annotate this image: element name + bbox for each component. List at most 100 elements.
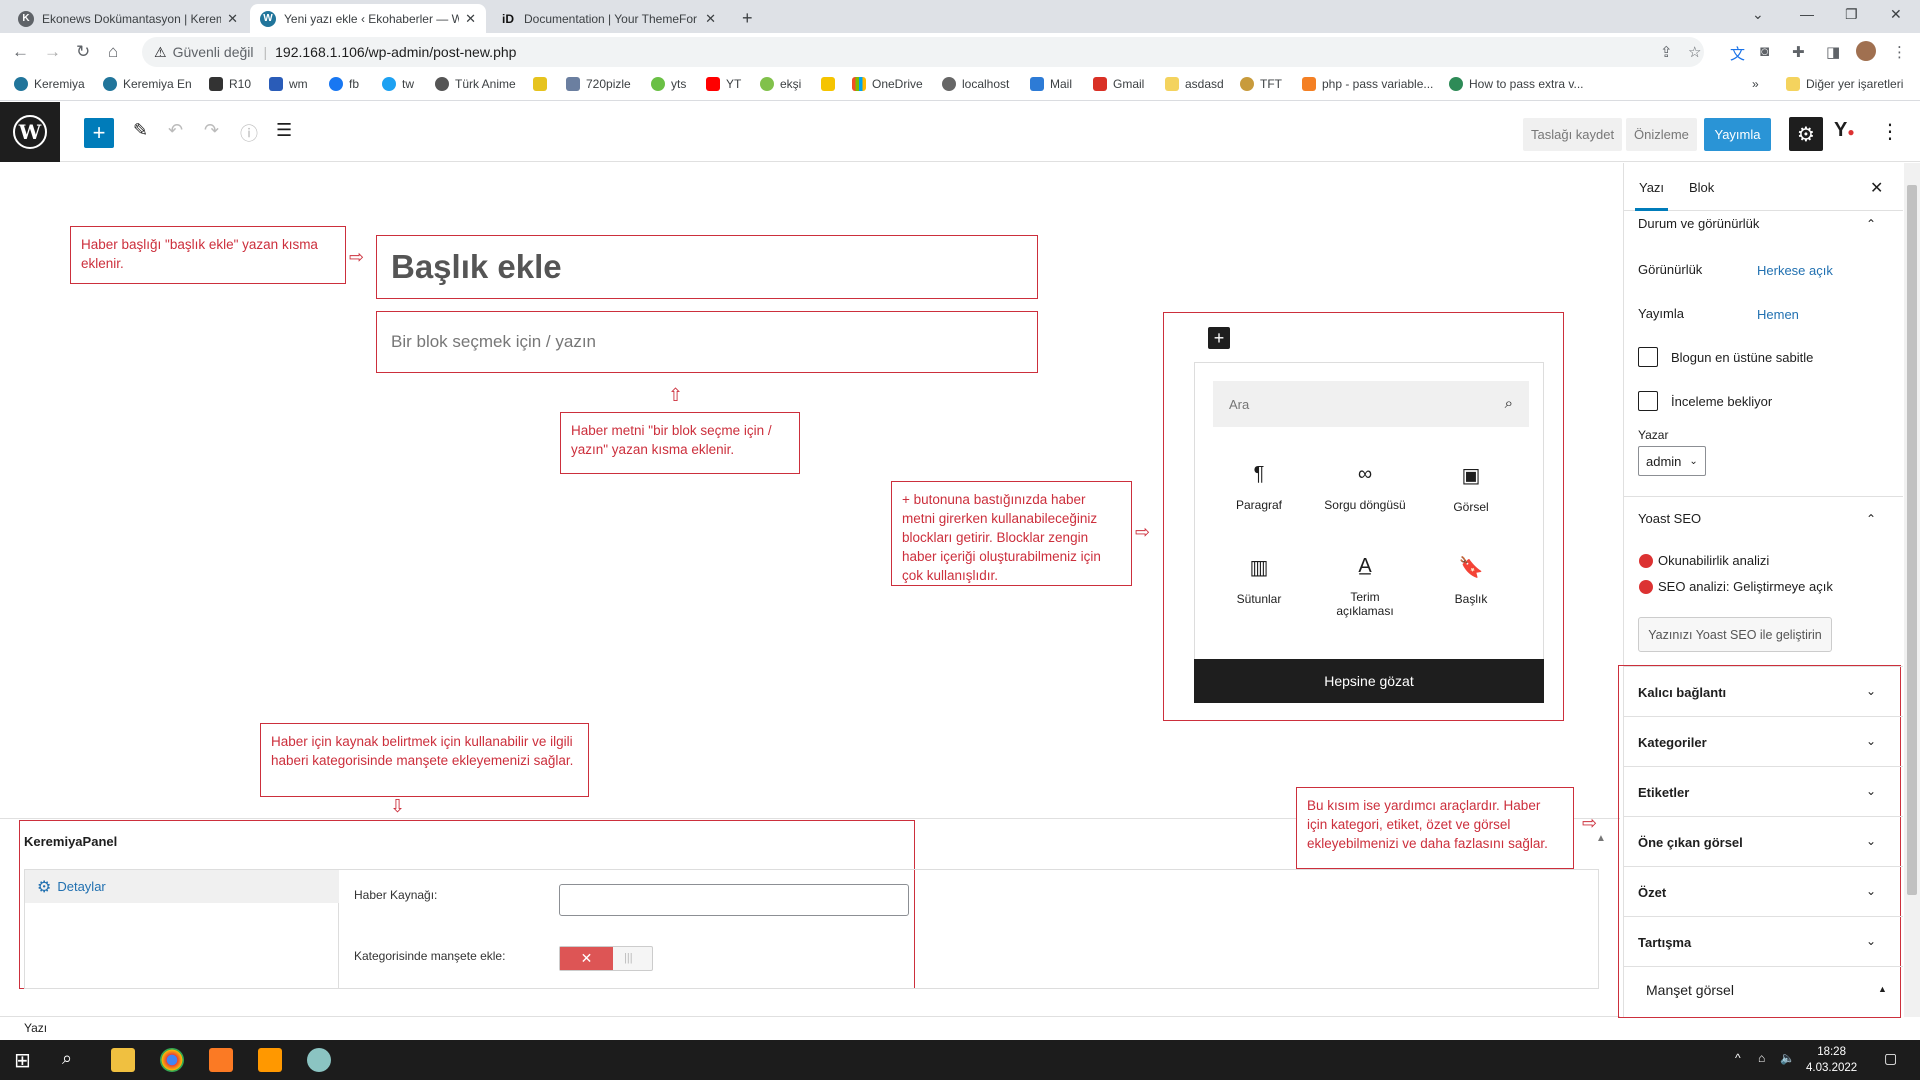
bookmark-star-icon[interactable]: ☆ xyxy=(1688,43,1701,61)
excerpt-panel[interactable]: Özet xyxy=(1638,885,1666,900)
preview-button[interactable]: Önizleme xyxy=(1626,118,1697,151)
chrome-icon[interactable] xyxy=(160,1048,184,1072)
undo-icon[interactable]: ↶ xyxy=(168,120,183,141)
back-icon[interactable]: ← xyxy=(12,42,29,62)
browser-tab-new-post[interactable]: W Yeni yazı ekle ‹ Ekohaberler — W ✕ xyxy=(250,4,486,33)
profile-avatar[interactable] xyxy=(1856,41,1876,61)
xampp-icon[interactable] xyxy=(209,1048,233,1072)
close-tab-icon[interactable]: ✕ xyxy=(465,11,476,27)
new-tab-button[interactable]: + xyxy=(732,4,762,33)
network-icon[interactable]: ⌂ xyxy=(1758,1051,1765,1065)
bookmark-eksi[interactable]: ekşi xyxy=(760,77,801,91)
address-bar[interactable]: ⚠ Güvenli değil | 192.168.1.106/wp-admin… xyxy=(142,37,1704,67)
close-tab-icon[interactable]: ✕ xyxy=(227,11,238,27)
status-visibility-section[interactable]: Durum ve görünürlük xyxy=(1638,216,1759,231)
publish-button[interactable]: Yayımla xyxy=(1704,118,1771,151)
bookmark-gmail[interactable]: Gmail xyxy=(1093,77,1144,91)
reload-icon[interactable]: ↻ xyxy=(76,42,90,62)
chevron-up-icon[interactable]: ⌃ xyxy=(1866,512,1876,526)
home-icon[interactable]: ⌂ xyxy=(108,42,118,62)
redo-icon[interactable]: ↷ xyxy=(204,120,219,141)
bookmark-r10[interactable]: R10 xyxy=(209,77,251,91)
post-title-input[interactable]: Başlık ekle xyxy=(376,235,1038,299)
bookmark-keremiya-en[interactable]: Keremiya En xyxy=(103,77,192,91)
system-clock[interactable]: 18:28 4.03.2022 xyxy=(1806,1044,1857,1076)
chevron-down-icon[interactable]: ⌄ xyxy=(1866,834,1876,848)
block-paragraph[interactable]: ¶ Paragraf xyxy=(1209,463,1309,512)
bookmark-wm[interactable]: wm xyxy=(269,77,308,91)
bookmark-extra[interactable]: How to pass extra v... xyxy=(1449,77,1584,91)
tab-search-icon[interactable]: ⌄ xyxy=(1752,6,1764,23)
bookmark-tw[interactable]: tw xyxy=(382,77,414,91)
yoast-button[interactable]: Y● xyxy=(1834,119,1855,142)
file-explorer-icon[interactable] xyxy=(111,1048,135,1072)
bookmark-w[interactable] xyxy=(533,77,553,91)
chevron-down-icon[interactable]: ⌄ xyxy=(1866,884,1876,898)
bookmark-onedrive[interactable]: OneDrive xyxy=(852,77,923,91)
headline-image-panel[interactable]: Manşet görsel xyxy=(1646,982,1734,998)
chevron-down-icon[interactable]: ⌄ xyxy=(1866,684,1876,698)
chevron-down-icon[interactable]: ⌄ xyxy=(1866,934,1876,948)
breadcrumb[interactable]: Yazı xyxy=(0,1016,1620,1039)
collapse-arrow-icon[interactable]: ▲ xyxy=(1596,833,1606,844)
close-sidebar-icon[interactable]: ✕ xyxy=(1870,178,1883,198)
seo-analysis[interactable]: SEO analizi: Geliştirmeye açık xyxy=(1658,579,1833,594)
other-bookmarks[interactable]: Diğer yer işaretleri xyxy=(1786,77,1903,91)
sticky-checkbox[interactable] xyxy=(1638,347,1658,367)
bookmark-keremiya[interactable]: Keremiya xyxy=(14,77,85,91)
wordpress-logo[interactable]: W xyxy=(0,102,60,162)
volume-icon[interactable]: 🔈 xyxy=(1780,1051,1795,1065)
news-source-input[interactable] xyxy=(559,884,909,916)
search-icon[interactable]: ⌕ xyxy=(62,1048,86,1072)
add-block-button[interactable]: + xyxy=(84,118,114,148)
block-search-input[interactable]: Ara ⌕ xyxy=(1213,381,1529,427)
chevron-down-icon[interactable]: ⌄ xyxy=(1866,734,1876,748)
chevron-up-icon[interactable]: ⌃ xyxy=(1866,217,1876,231)
inserter-toggle-button[interactable]: + xyxy=(1208,327,1230,349)
block-columns[interactable]: ▥ Sütunlar xyxy=(1209,555,1309,606)
side-panel-icon[interactable]: ◨ xyxy=(1826,43,1840,61)
bookmark-yellow[interactable] xyxy=(821,77,841,91)
settings-button[interactable]: ⚙ xyxy=(1789,117,1823,151)
bookmark-fb[interactable]: fb xyxy=(329,77,359,91)
block-query-loop[interactable]: ∞ Sorgu döngüsü xyxy=(1315,463,1415,512)
chevron-down-icon[interactable]: ⌄ xyxy=(1866,784,1876,798)
browser-tab-ekonews[interactable]: K Ekonews Dokümantasyon | Kerem ✕ xyxy=(8,4,248,33)
notification-icon[interactable]: ▢ xyxy=(1884,1050,1897,1067)
extensions-icon[interactable]: ✚ xyxy=(1792,43,1805,61)
yoast-seo-section[interactable]: Yoast SEO xyxy=(1638,511,1701,526)
tab-block[interactable]: Blok xyxy=(1689,180,1714,195)
readability-analysis[interactable]: Okunabilirlik analizi xyxy=(1658,553,1769,568)
info-icon[interactable]: ⓘ xyxy=(240,120,258,146)
block-placeholder-input[interactable]: Bir blok seçmek için / yazın xyxy=(376,311,1038,373)
bookmark-php[interactable]: php - pass variable... xyxy=(1302,77,1433,91)
browser-tab-documentation[interactable]: iD Documentation | Your ThemeFor ✕ xyxy=(490,4,726,33)
block-term-description[interactable]: A̲ Terim açıklaması xyxy=(1325,555,1405,618)
bookmark-mail[interactable]: Mail xyxy=(1030,77,1072,91)
filezilla-icon[interactable] xyxy=(307,1048,331,1072)
improve-with-yoast-button[interactable]: Yazınızı Yoast SEO ile geliştirin xyxy=(1638,617,1832,652)
visibility-link[interactable]: Herkese açık xyxy=(1757,263,1833,278)
collapse-arrow-icon[interactable]: ▲ xyxy=(1878,984,1887,994)
headline-toggle[interactable]: ✕ ||| xyxy=(559,946,653,971)
categories-panel[interactable]: Kategoriler xyxy=(1638,735,1707,750)
tray-chevron-icon[interactable]: ^ xyxy=(1735,1051,1741,1065)
bookmarks-overflow[interactable]: » xyxy=(1752,77,1759,91)
chrome-menu-icon[interactable]: ⋮ xyxy=(1892,43,1907,61)
featured-image-panel[interactable]: Öne çıkan görsel xyxy=(1638,835,1743,850)
tags-panel[interactable]: Etiketler xyxy=(1638,785,1689,800)
bookmark-localhost[interactable]: localhost xyxy=(942,77,1009,91)
windows-start-icon[interactable]: ⊞ xyxy=(14,1048,38,1072)
restore-icon[interactable]: ❐ xyxy=(1845,6,1858,23)
tab-details[interactable]: ⚙ Detaylar xyxy=(25,870,339,903)
translate-icon[interactable]: 文 xyxy=(1730,43,1745,64)
share-icon[interactable]: ⇪ xyxy=(1660,43,1673,61)
block-heading[interactable]: 🔖 Başlık xyxy=(1421,555,1521,606)
bookmark-yts[interactable]: yts xyxy=(651,77,686,91)
block-image[interactable]: ▣ Görsel xyxy=(1421,463,1521,514)
bookmark-tft[interactable]: TFT xyxy=(1240,77,1282,91)
bookmark-yt[interactable]: YT xyxy=(706,77,741,91)
save-draft-button[interactable]: Taslağı kaydet xyxy=(1523,118,1623,151)
window-close-icon[interactable]: ✕ xyxy=(1890,6,1902,23)
author-select[interactable]: admin ⌄ xyxy=(1638,446,1706,476)
